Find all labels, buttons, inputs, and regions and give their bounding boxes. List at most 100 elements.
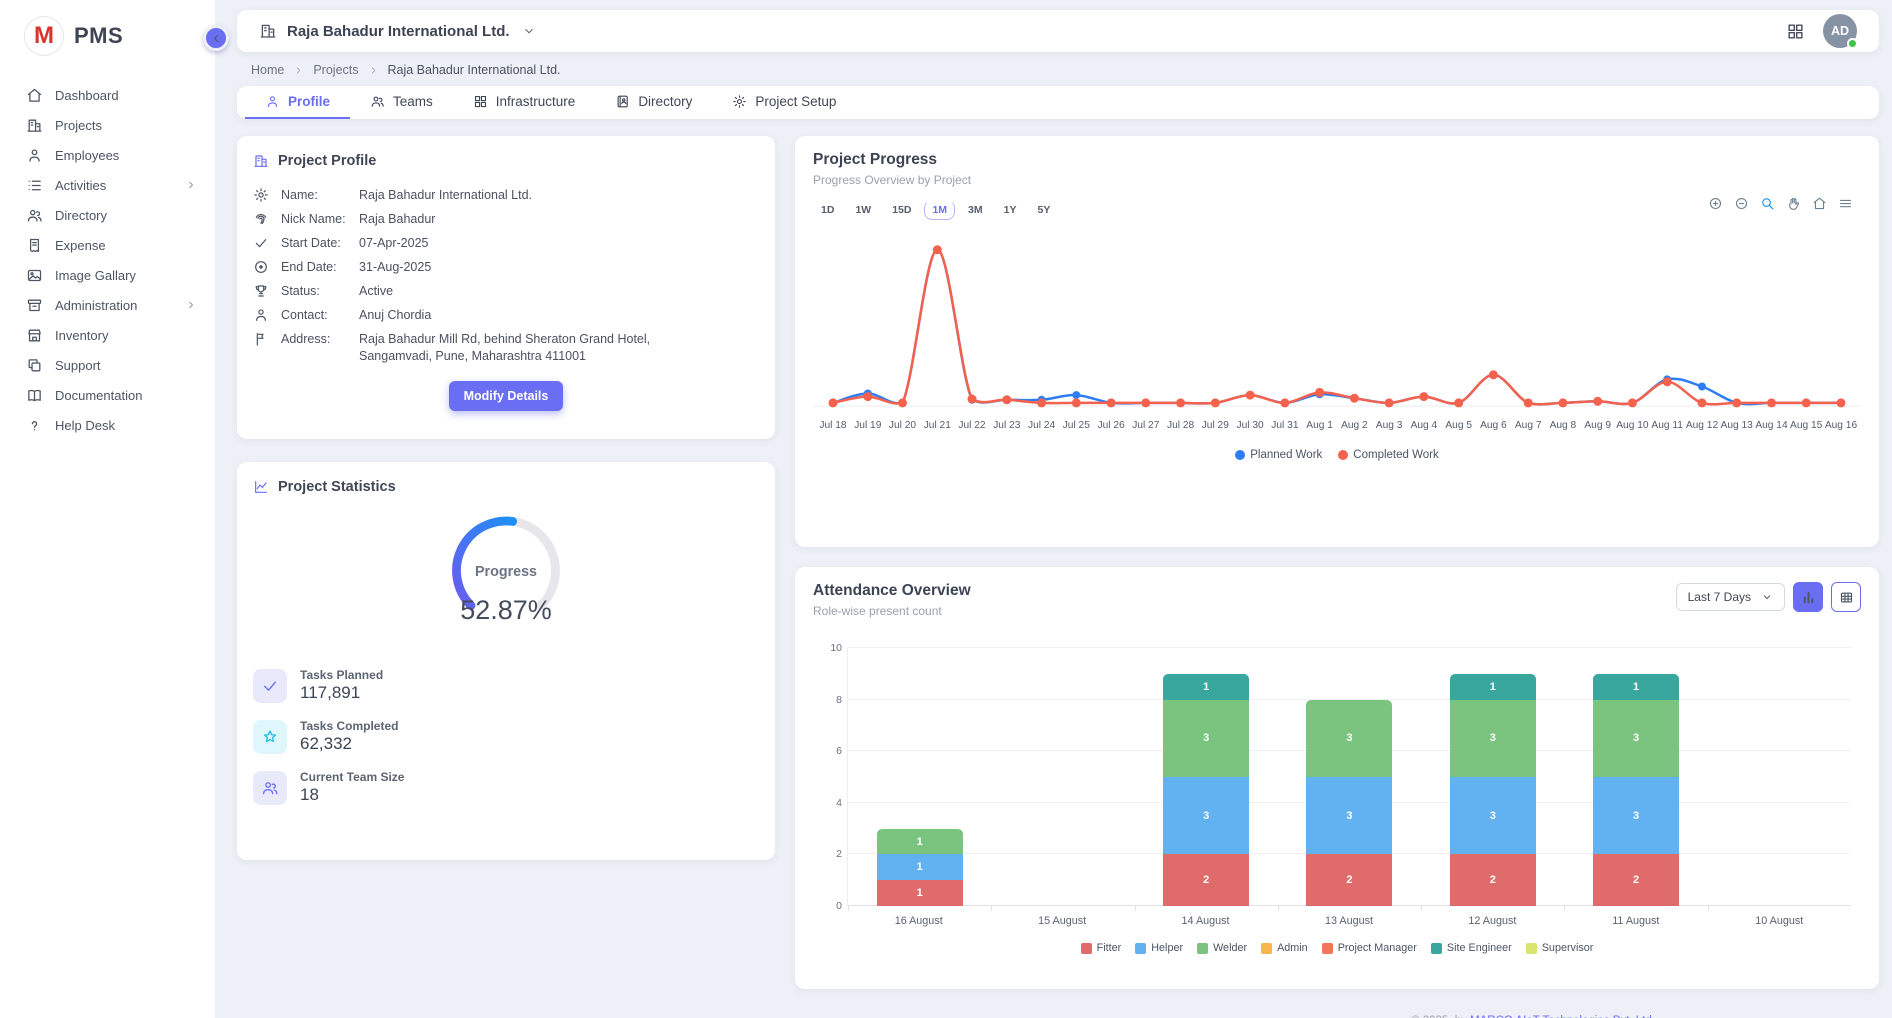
field-label: Status:	[281, 283, 355, 300]
legend-swatch	[1261, 943, 1272, 954]
bar-column-15-august[interactable]	[991, 648, 1134, 906]
field-value: Anuj Chordia	[359, 307, 431, 324]
chevron-down-icon	[1761, 591, 1773, 603]
sidebar-item-help-desk[interactable]: Help Desk	[0, 410, 215, 440]
image-icon	[26, 267, 43, 284]
legend-label: Site Engineer	[1447, 942, 1512, 954]
bar-column-16-august[interactable]: 111	[848, 648, 991, 906]
stat-tasks-completed: Tasks Completed 62,332	[253, 719, 759, 754]
chevron-down-icon[interactable]	[522, 24, 536, 38]
svg-text:Jul 31: Jul 31	[1271, 420, 1299, 431]
legend-swatch	[1081, 943, 1092, 954]
sidebar-item-documentation[interactable]: Documentation	[0, 380, 215, 410]
sidebar-item-image-gallary[interactable]: Image Gallary	[0, 260, 215, 290]
x-axis-tick	[1421, 906, 1422, 911]
pan-icon[interactable]	[1786, 196, 1801, 211]
bar-segment-site-engineer: 1	[1450, 674, 1536, 700]
breadcrumb-item-projects[interactable]: Projects	[313, 63, 358, 77]
profile-field-nick-name-: Nick Name: Raja Bahadur	[253, 211, 759, 228]
sidebar-item-inventory[interactable]: Inventory	[0, 320, 215, 350]
people-icon	[253, 771, 287, 805]
sidebar-item-directory[interactable]: Directory	[0, 200, 215, 230]
bar-segment-welder: 3	[1593, 700, 1679, 777]
project-profile-card: Project Profile Name: Raja Bahadur Inter…	[237, 136, 775, 439]
bar-column-12-august[interactable]: 2331	[1421, 648, 1564, 906]
tab-directory[interactable]: Directory	[595, 86, 712, 119]
bar-column-10-august[interactable]	[1708, 648, 1851, 906]
bar-chart-view-button[interactable]	[1793, 582, 1823, 612]
reset-home-icon[interactable]	[1812, 196, 1827, 211]
bar-column-14-august[interactable]: 2331	[1135, 648, 1278, 906]
range-button-1w[interactable]: 1W	[847, 200, 879, 220]
stat-label: Tasks Completed	[300, 719, 398, 733]
sidebar-item-label: Directory	[55, 208, 107, 223]
project-progress-line-chart[interactable]: Jul 18Jul 19Jul 20Jul 21Jul 22Jul 23Jul …	[813, 234, 1861, 442]
store-icon	[26, 327, 43, 344]
legend-item-project-manager[interactable]: Project Manager	[1322, 942, 1417, 954]
user-avatar[interactable]: AD	[1823, 14, 1857, 48]
bar-segment-helper: 3	[1306, 777, 1392, 854]
svg-text:Jul 24: Jul 24	[1028, 420, 1056, 431]
modify-details-button[interactable]: Modify Details	[449, 381, 564, 411]
x-axis-label: 15 August	[990, 915, 1133, 927]
tab-infrastructure[interactable]: Infrastructure	[453, 86, 596, 119]
svg-text:Jul 21: Jul 21	[924, 420, 952, 431]
legend-item-completed-work[interactable]: Completed Work	[1338, 449, 1438, 461]
breadcrumb-item-home[interactable]: Home	[251, 63, 284, 77]
building-icon	[259, 22, 277, 40]
table-view-button[interactable]	[1831, 582, 1861, 612]
legend-item-welder[interactable]: Welder	[1197, 942, 1247, 954]
bar-chart-legend: Fitter Helper Welder Admin Project Manager Si…	[813, 942, 1861, 954]
tab-profile[interactable]: Profile	[245, 86, 350, 119]
question-icon	[26, 417, 43, 434]
profile-field-end-date-: End Date: 31-Aug-2025	[253, 259, 759, 276]
legend-item-fitter[interactable]: Fitter	[1081, 942, 1122, 954]
legend-item-planned-work[interactable]: Planned Work	[1235, 449, 1322, 461]
date-range-select[interactable]: Last 7 Days	[1676, 583, 1785, 611]
legend-item-admin[interactable]: Admin	[1261, 942, 1308, 954]
attendance-stacked-bar-chart[interactable]: 0246810111233123323312331	[847, 648, 1851, 906]
sidebar-item-employees[interactable]: Employees	[0, 140, 215, 170]
company-selector-label[interactable]: Raja Bahadur International Ltd.	[287, 23, 510, 40]
svg-text:Aug 14: Aug 14	[1755, 420, 1788, 431]
contact-book-icon	[615, 94, 630, 109]
legend-item-helper[interactable]: Helper	[1135, 942, 1183, 954]
bar-column-13-august[interactable]: 233	[1278, 648, 1421, 906]
sidebar-collapse-button[interactable]	[203, 25, 229, 51]
building-icon	[26, 117, 43, 134]
svg-text:Aug 9: Aug 9	[1584, 420, 1611, 431]
svg-text:Aug 4: Aug 4	[1411, 420, 1438, 431]
sidebar-nav: Dashboard Projects Employees Activities …	[0, 80, 215, 440]
sidebar-item-support[interactable]: Support	[0, 350, 215, 380]
sidebar-item-dashboard[interactable]: Dashboard	[0, 80, 215, 110]
menu-icon[interactable]	[1838, 196, 1853, 211]
y-axis-label: 2	[820, 848, 842, 860]
range-button-15d[interactable]: 15D	[884, 200, 919, 220]
zoom-in-icon[interactable]	[1708, 196, 1723, 211]
legend-item-site-engineer[interactable]: Site Engineer	[1431, 942, 1512, 954]
apps-grid-icon[interactable]	[1786, 22, 1805, 41]
range-button-1m[interactable]: 1M	[924, 200, 955, 220]
legend-label: Completed Work	[1353, 449, 1438, 461]
sidebar-item-activities[interactable]: Activities	[0, 170, 215, 200]
people-icon	[370, 94, 385, 109]
sidebar-item-label: Employees	[55, 148, 119, 163]
sidebar-item-expense[interactable]: Expense	[0, 230, 215, 260]
svg-text:Aug 10: Aug 10	[1616, 420, 1649, 431]
bar-column-11-august[interactable]: 2331	[1564, 648, 1707, 906]
range-button-3m[interactable]: 3M	[960, 200, 991, 220]
range-button-1d[interactable]: 1D	[813, 200, 842, 220]
sidebar-item-label: Administration	[55, 298, 137, 313]
legend-item-supervisor[interactable]: Supervisor	[1526, 942, 1594, 954]
bar-segment-helper: 1	[877, 854, 963, 880]
svg-text:Jul 18: Jul 18	[819, 420, 847, 431]
sidebar-item-administration[interactable]: Administration	[0, 290, 215, 320]
svg-text:Aug 6: Aug 6	[1480, 420, 1507, 431]
tab-teams[interactable]: Teams	[350, 86, 453, 119]
tab-project-setup[interactable]: Project Setup	[712, 86, 856, 119]
selection-zoom-icon[interactable]	[1760, 196, 1775, 211]
range-button-1y[interactable]: 1Y	[996, 200, 1025, 220]
range-button-5y[interactable]: 5Y	[1029, 200, 1058, 220]
zoom-out-icon[interactable]	[1734, 196, 1749, 211]
sidebar-item-projects[interactable]: Projects	[0, 110, 215, 140]
